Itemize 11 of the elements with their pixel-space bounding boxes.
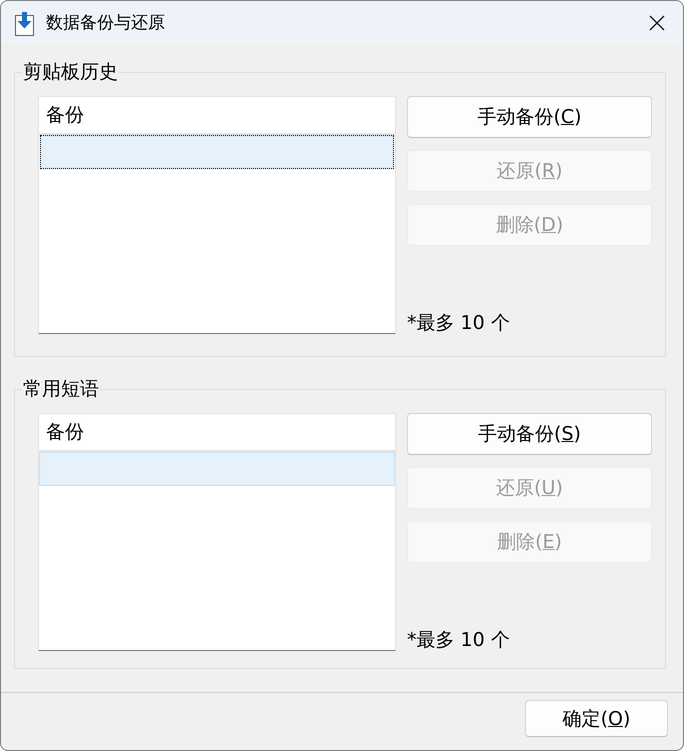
close-icon[interactable] — [649, 14, 665, 30]
limit-note: *最多 10 个 — [407, 629, 511, 651]
manual-backup-button[interactable]: 手动备份(C) — [407, 96, 652, 138]
group-title: 常用短语 — [22, 378, 100, 400]
window-title: 数据备份与还原 — [46, 12, 166, 34]
list-row[interactable] — [40, 135, 394, 169]
document-download-icon — [15, 12, 34, 36]
limit-note: *最多 10 个 — [407, 312, 511, 334]
manual-backup-button[interactable]: 手动备份(S) — [407, 413, 652, 455]
ok-button[interactable]: 确定(O) — [525, 700, 668, 737]
group-title: 剪贴板历史 — [22, 61, 119, 83]
